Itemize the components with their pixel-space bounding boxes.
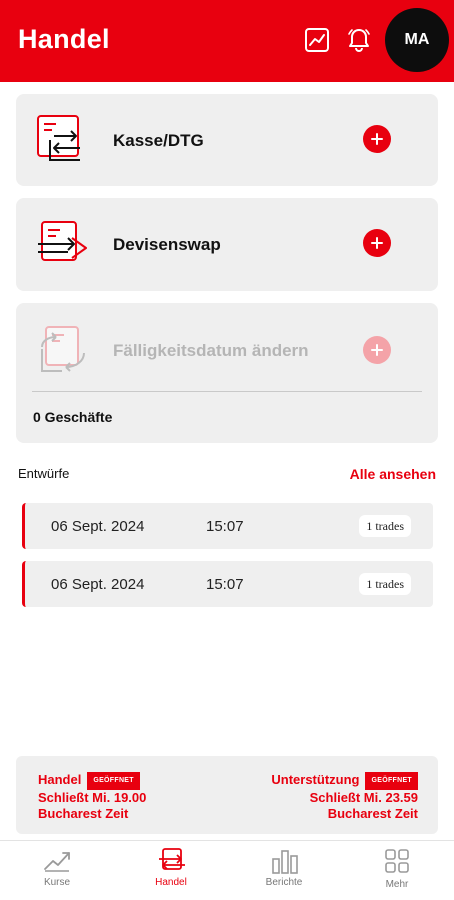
- nav-item-berichte[interactable]: Berichte: [239, 841, 329, 900]
- trading-timezone: Bucharest Zeit: [38, 806, 129, 821]
- avatar[interactable]: MA: [385, 8, 449, 72]
- draft-time: 15:07: [206, 518, 244, 535]
- draft-time: 15:07: [206, 576, 244, 593]
- bell-icon[interactable]: [346, 27, 372, 53]
- fx-swap-icon: [38, 221, 87, 261]
- trade-count-badge: 1 trades: [359, 515, 411, 537]
- support-hours: Unterstützung GEÖFFNET Schließt Mi. 23.59…: [271, 772, 418, 822]
- page-title: Handel: [18, 24, 110, 54]
- add-maturity-change-button: [363, 336, 391, 364]
- nav-label: Berichte: [265, 877, 303, 888]
- status-badge: GEÖFFNET: [87, 772, 140, 790]
- bottom-nav: Kurse Handel Berichte Mehr: [0, 840, 454, 900]
- change-maturity-icon: [41, 326, 85, 372]
- draft-row[interactable]: 06 Sept. 2024 15:07 1 trades: [22, 561, 433, 607]
- nav-item-kurse[interactable]: Kurse: [12, 841, 102, 900]
- trade-type-label: Devisenswap: [113, 235, 221, 254]
- app-header: Handel MA: [0, 0, 454, 82]
- nav-item-mehr[interactable]: Mehr: [352, 841, 442, 900]
- trading-hours: Handel GEÖFFNET Schließt Mi. 19.00 Buchar…: [38, 772, 146, 822]
- trade-type-spot-card[interactable]: Kasse/DTG: [16, 94, 438, 186]
- trading-hours-title: Handel: [38, 772, 82, 787]
- trade-count: 0 Geschäfte: [33, 409, 113, 425]
- more-grid-icon: [385, 849, 409, 873]
- drafts-heading: Entwürfe: [18, 466, 70, 481]
- trade-type-swap-card[interactable]: Devisenswap: [16, 198, 438, 291]
- trade-icon: [159, 848, 185, 870]
- draft-date: 06 Sept. 2024: [51, 576, 145, 593]
- add-spot-trade-button[interactable]: [363, 125, 391, 153]
- reports-icon: [272, 850, 298, 874]
- trade-type-label: Fälligkeitsdatum ändern: [113, 341, 309, 360]
- draft-row[interactable]: 06 Sept. 2024 15:07 1 trades: [22, 503, 433, 549]
- support-close-time: Schließt Mi. 23.59: [309, 790, 418, 805]
- nav-item-handel[interactable]: Handel: [126, 841, 216, 900]
- rates-icon: [44, 852, 70, 872]
- support-hours-title: Unterstützung: [271, 772, 360, 787]
- nav-label: Kurse: [43, 877, 71, 888]
- trade-type-maturity-card: Fälligkeitsdatum ändern 0 Geschäfte: [16, 303, 438, 443]
- spot-trade-icon: [37, 115, 80, 161]
- status-badge: GEÖFFNET: [365, 772, 418, 790]
- nav-label: Mehr: [385, 879, 409, 890]
- support-timezone: Bucharest Zeit: [327, 806, 418, 821]
- nav-label: Handel: [155, 877, 187, 888]
- add-fx-swap-button[interactable]: [363, 229, 391, 257]
- trade-count-badge: 1 trades: [359, 573, 411, 595]
- trade-type-label: Kasse/DTG: [113, 131, 204, 150]
- trading-close-time: Schließt Mi. 19.00: [38, 790, 147, 805]
- divider: [32, 391, 422, 392]
- draft-date: 06 Sept. 2024: [51, 518, 145, 535]
- view-all-link[interactable]: Alle ansehen: [350, 466, 436, 482]
- chart-icon[interactable]: [304, 27, 330, 53]
- opening-hours-panel: Handel GEÖFFNET Schließt Mi. 19.00 Buchar…: [16, 756, 438, 834]
